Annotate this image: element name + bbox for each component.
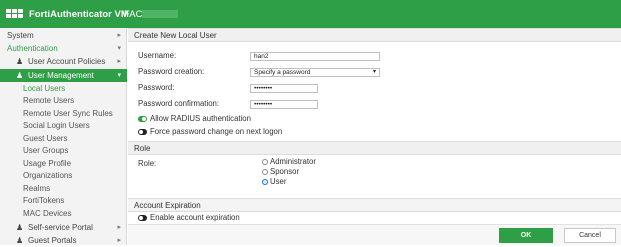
app-title: FortiAuthenticator VM [29,9,129,20]
toggle-on-icon [138,115,147,122]
sidebar-item-self-service-portal[interactable]: ♟ Self-service Portal ▸ [0,221,127,234]
radio-icon [262,158,268,165]
main-content: Create New Local User Username: han2 Pas… [128,28,621,245]
chevron-right-icon: ▸ [117,237,121,244]
allow-radius-toggle[interactable]: Allow RADIUS authentication [138,114,251,123]
chevron-right-icon: ▸ [117,58,121,65]
username-field[interactable]: han2 [250,52,380,61]
allow-radius-label: Allow RADIUS authentication [150,114,251,123]
sidebar-item-usage-profile[interactable]: Usage Profile [0,158,127,170]
sidebar-item-local-users[interactable]: Local Users [0,83,127,95]
sidebar-item-user-groups[interactable]: User Groups [0,145,127,157]
ok-button[interactable]: OK [499,228,553,243]
role-radio-sponsor[interactable]: Sponsor [262,167,299,176]
chevron-right-icon: ▸ [117,32,121,39]
sidebar-item-realms[interactable]: Realms [0,183,127,195]
sidebar-item-authentication[interactable]: Authentication ▾ [0,42,127,55]
sidebar-item-label: System [7,31,34,40]
radio-label: Administrator [270,157,316,166]
role-radio-user[interactable]: User [262,177,286,186]
role-label: Role: [138,159,157,168]
force-password-change-label: Force password change on next logon [150,127,283,136]
guest-icon: ♟ [16,236,24,245]
password-creation-value: Specify a password [254,69,311,76]
sidebar-item-remote-users[interactable]: Remote Users [0,95,127,107]
role-radio-administrator[interactable]: Administrator [262,157,316,166]
person-icon: ♟ [16,223,24,232]
fortinet-logo-icon [6,9,23,19]
toggle-off-icon [138,214,147,221]
section-title-create-user: Create New Local User [128,28,621,42]
username-label: Username: [138,51,177,60]
sidebar-item-remote-user-sync-rules[interactable]: Remote User Sync Rules [0,108,127,120]
password-confirmation-label: Password confirmation: [138,99,220,108]
sidebar-item-label: Self-service Portal [28,223,93,232]
password-confirmation-field[interactable]: •••••••• [250,100,318,109]
enable-account-expiration-label: Enable account expiration [150,213,240,222]
form-footer: OK Cancel [128,224,621,245]
password-creation-label: Password creation: [138,67,205,76]
sidebar-item-label: User Account Policies [28,57,106,66]
sidebar-item-label: User Management [28,71,94,80]
sidebar-item-guest-portals[interactable]: ♟ Guest Portals ▸ [0,234,127,247]
chevron-down-icon: ▾ [372,69,376,75]
users-icon: ♟ [16,71,24,80]
chevron-down-icon: ▾ [117,45,121,52]
section-title-account-expiration: Account Expiration [128,198,621,212]
radio-selected-icon [262,178,268,185]
sidebar-item-guest-users[interactable]: Guest Users [0,133,127,145]
radio-label: Sponsor [270,167,300,176]
sidebar-item-fortitokens[interactable]: FortiTokens [0,195,127,207]
radio-label: User [270,177,287,186]
sidebar: System ▸ Authentication ▾ ♟ User Account … [0,28,127,245]
section-title-role: Role [128,141,621,155]
chevron-down-icon: ▾ [117,72,121,79]
password-field[interactable]: •••••••• [250,84,318,93]
sidebar-item-system[interactable]: System ▸ [0,29,127,42]
enable-account-expiration-toggle[interactable]: Enable account expiration [138,213,240,222]
cancel-button[interactable]: Cancel [564,228,616,243]
radio-icon [262,168,268,175]
sidebar-item-mac-devices[interactable]: MAC Devices [0,208,127,220]
sidebar-item-social-login-users[interactable]: Social Login Users [0,120,127,132]
top-bar: FortiAuthenticator VM FAC- [0,0,621,28]
force-password-change-toggle[interactable]: Force password change on next logon [138,127,282,136]
password-creation-select[interactable]: Specify a password ▾ [250,68,380,77]
sidebar-item-label: Authentication [7,44,58,53]
sidebar-item-user-account-policies[interactable]: ♟ User Account Policies ▸ [0,55,127,68]
password-label: Password: [138,83,175,92]
host-name-redacted [142,10,178,18]
sidebar-item-organizations[interactable]: Organizations [0,170,127,182]
chevron-right-icon: ▸ [117,224,121,231]
sidebar-item-user-management[interactable]: ♟ User Management ▾ [0,69,127,82]
toggle-off-icon [138,128,147,135]
sidebar-item-label: Guest Portals [28,236,77,245]
person-icon: ♟ [16,57,24,66]
